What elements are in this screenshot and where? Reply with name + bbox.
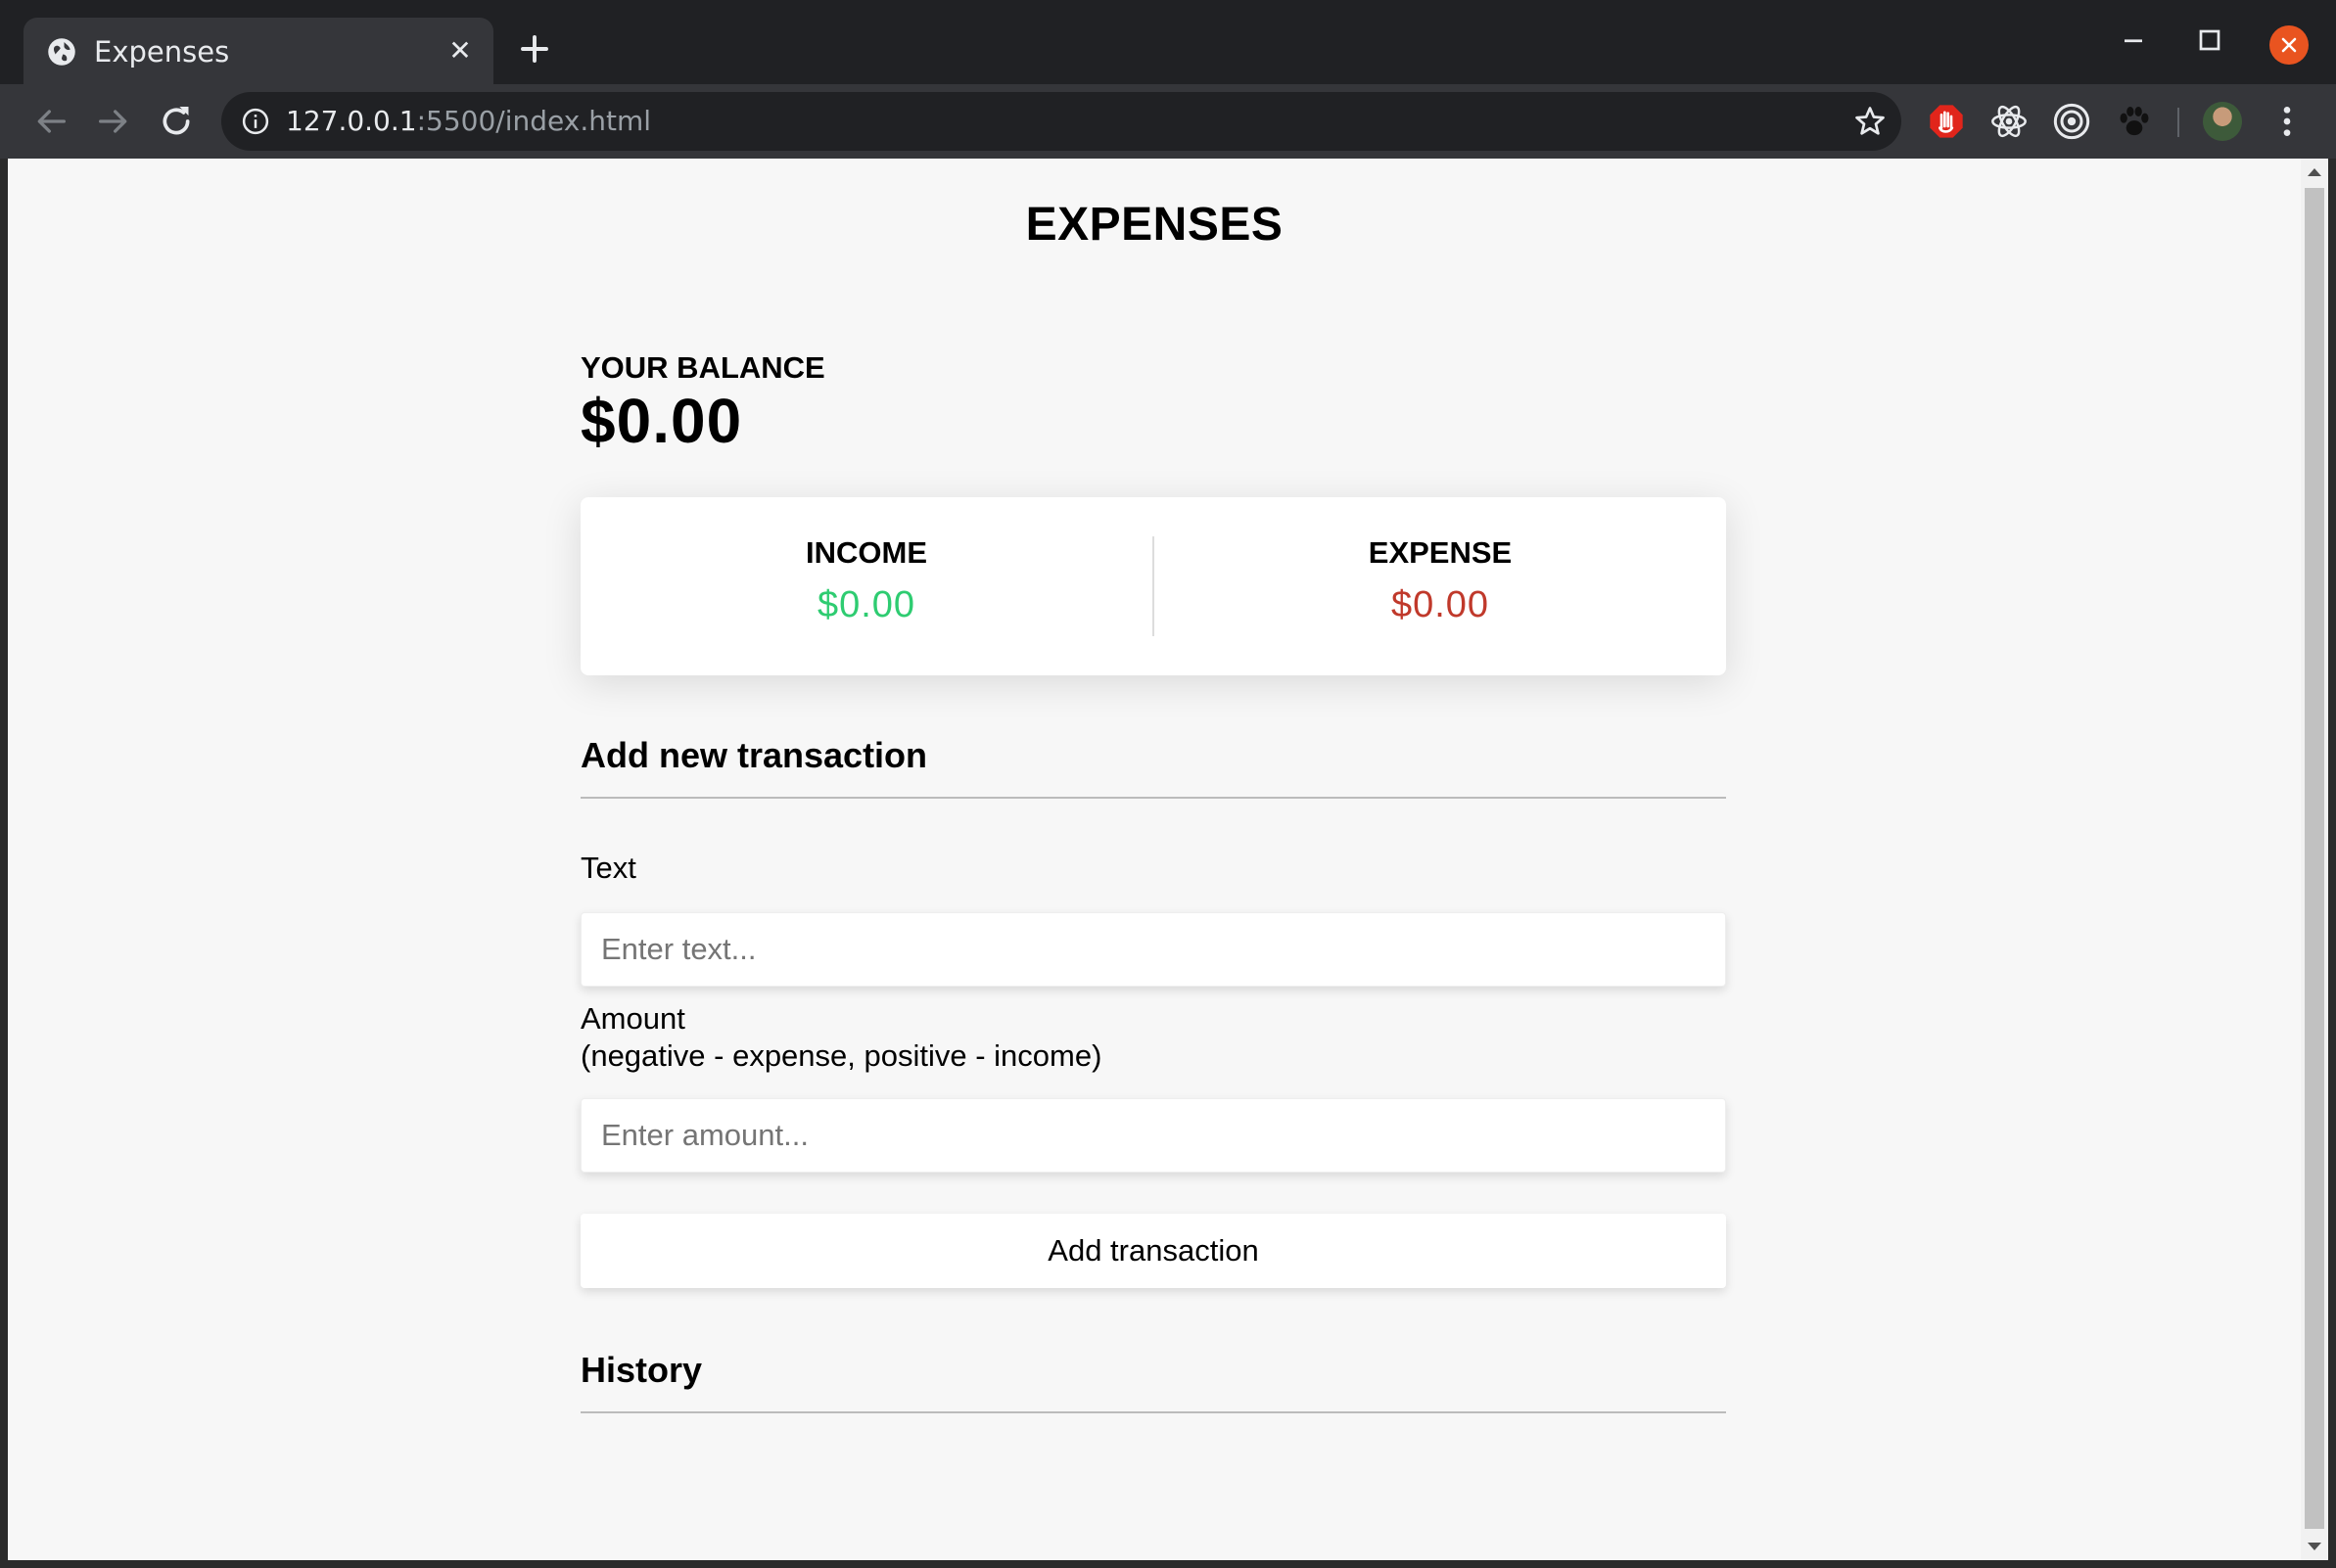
minimize-icon[interactable] (2119, 25, 2148, 55)
amount-field-label: Amount (negative - expense, positive - i… (581, 1000, 1101, 1075)
maximize-icon[interactable] (2195, 25, 2224, 55)
adblock-hand-icon[interactable] (1927, 102, 1966, 141)
income-value: $0.00 (817, 584, 916, 625)
toolbar-divider (2177, 108, 2179, 137)
vertical-scrollbar[interactable] (2301, 159, 2328, 1560)
window-frame-right (2328, 159, 2336, 1568)
url-host: 127.0.0.1 (286, 105, 417, 137)
kebab-menu-icon[interactable] (2267, 102, 2307, 141)
browser-toolbar: 127.0.0.1:5500/index.html (0, 84, 2336, 159)
window-close-button[interactable] (2269, 25, 2309, 65)
globe-icon (48, 38, 75, 66)
amount-label-hint: (negative - expense, positive - income) (581, 1038, 1102, 1073)
page-viewport: EXPENSES YOUR BALANCE $0.00 INCOME $0.00… (8, 159, 2301, 1560)
amount-label-title: Amount (581, 1001, 685, 1036)
tab-bar: Expenses ✕ (0, 0, 2336, 84)
target-icon[interactable] (2052, 102, 2091, 141)
plus-icon[interactable] (517, 31, 552, 67)
expense-value: $0.00 (1390, 584, 1490, 625)
info-icon[interactable] (241, 107, 270, 136)
income-expense-card: INCOME $0.00 EXPENSE $0.00 (581, 497, 1726, 675)
arrow-right-icon[interactable] (94, 102, 133, 141)
add-transaction-heading: Add new transaction (581, 735, 928, 775)
text-input[interactable] (581, 912, 1726, 987)
scrollbar-thumb[interactable] (2305, 188, 2324, 1529)
add-transaction-divider (581, 797, 1726, 799)
avatar[interactable] (2203, 102, 2242, 141)
address-bar[interactable]: 127.0.0.1:5500/index.html (221, 92, 1901, 151)
close-icon (2281, 37, 2297, 53)
react-devtools-icon[interactable] (1989, 102, 2029, 141)
app-container: YOUR BALANCE $0.00 INCOME $0.00 EXPENSE … (581, 159, 1726, 1560)
scroll-up-arrow-icon[interactable] (2308, 168, 2321, 176)
reload-icon[interactable] (157, 102, 196, 141)
expense-label: EXPENSE (1368, 535, 1513, 570)
star-icon[interactable] (1852, 104, 1888, 139)
history-heading: History (581, 1350, 703, 1390)
expense-column: EXPENSE $0.00 (1154, 497, 1726, 675)
income-column: INCOME $0.00 (581, 497, 1152, 675)
window-frame-bottom (0, 1560, 2336, 1568)
history-divider (581, 1411, 1726, 1413)
amount-input[interactable] (581, 1098, 1726, 1173)
url-text: 127.0.0.1:5500/index.html (286, 106, 651, 137)
close-tab-icon[interactable]: ✕ (444, 35, 476, 67)
paw-icon[interactable] (2115, 102, 2154, 141)
scroll-down-arrow-icon[interactable] (2308, 1543, 2321, 1550)
browser-window: Expenses ✕ 127.0.0.1:5500/index.html EXP… (0, 0, 2336, 1568)
text-field-label: Text (581, 851, 636, 885)
add-transaction-button[interactable]: Add transaction (581, 1214, 1726, 1288)
income-label: INCOME (806, 535, 927, 570)
window-frame-left (0, 159, 8, 1568)
balance-value: $0.00 (581, 386, 743, 456)
arrow-left-icon[interactable] (31, 102, 70, 141)
tab-expenses[interactable]: Expenses ✕ (23, 18, 493, 84)
url-path: :5500/index.html (416, 105, 652, 137)
balance-label: YOUR BALANCE (581, 350, 825, 385)
tab-title: Expenses (94, 35, 230, 69)
